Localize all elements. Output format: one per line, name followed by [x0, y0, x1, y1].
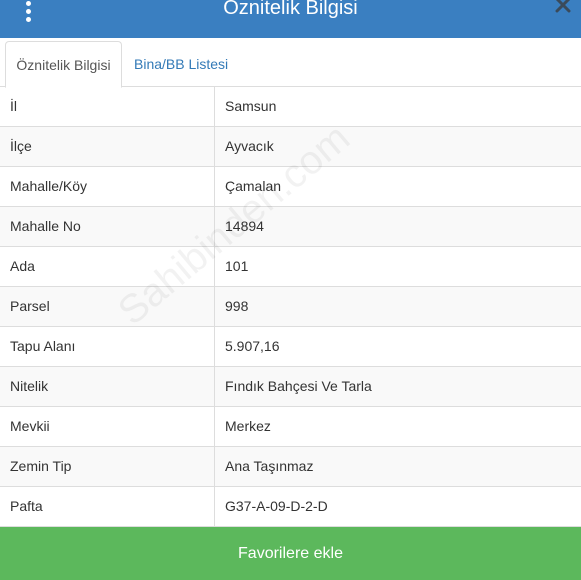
row-value: 998: [225, 298, 249, 314]
row-key: Zemin Tip: [0, 447, 215, 486]
table-row: Nitelik Fındık Bahçesi Ve Tarla: [0, 367, 581, 407]
tab-bar: Öznitelik Bilgisi Bina/BB Listesi: [0, 38, 581, 88]
row-key: Mahalle/Köy: [0, 167, 215, 206]
table-row: Parsel 998: [0, 287, 581, 327]
row-value: Ana Taşınmaz: [225, 458, 314, 474]
row-value: Çamalan: [225, 178, 282, 194]
row-value: Samsun: [225, 98, 277, 114]
close-icon[interactable]: [553, 0, 573, 15]
row-key: Pafta: [0, 487, 215, 526]
row-key: İl: [0, 87, 215, 126]
attribute-table: İl Samsun İlçe Ayvacık Mahalle/Köy Çamal…: [0, 87, 581, 527]
row-value: Ayvacık: [225, 138, 274, 154]
tab-oznitelik-bilgisi[interactable]: Öznitelik Bilgisi: [5, 41, 122, 88]
row-value: G37-A-09-D-2-D: [225, 498, 328, 514]
row-key: Ada: [0, 247, 215, 286]
row-key: Tapu Alanı: [0, 327, 215, 366]
table-row: İl Samsun: [0, 87, 581, 127]
table-row: Pafta G37-A-09-D-2-D: [0, 487, 581, 527]
row-key: Mevkii: [0, 407, 215, 446]
row-value: Merkez: [225, 418, 271, 434]
table-row: Tapu Alanı 5.907,16: [0, 327, 581, 367]
row-key: İlçe: [0, 127, 215, 166]
table-row: Zemin Tip Ana Taşınmaz: [0, 447, 581, 487]
row-key: Mahalle No: [0, 207, 215, 246]
row-key: Parsel: [0, 287, 215, 326]
row-value: 14894: [225, 218, 264, 234]
row-value: 5.907,16: [225, 338, 280, 354]
table-row: Mahalle/Köy Çamalan: [0, 167, 581, 207]
tab-bina-bb-listesi[interactable]: Bina/BB Listesi: [124, 41, 238, 88]
row-key: Nitelik: [0, 367, 215, 406]
row-value: Fındık Bahçesi Ve Tarla: [225, 378, 372, 394]
page-title: Öznitelik Bilgisi: [223, 0, 358, 19]
table-row: Mevkii Merkez: [0, 407, 581, 447]
add-to-favorites-button[interactable]: Favorilere ekle: [0, 527, 581, 580]
table-row: Ada 101: [0, 247, 581, 287]
header-bar: Öznitelik Bilgisi: [0, 0, 581, 38]
table-row: Mahalle No 14894: [0, 207, 581, 247]
table-row: İlçe Ayvacık: [0, 127, 581, 167]
row-value: 101: [225, 258, 249, 274]
